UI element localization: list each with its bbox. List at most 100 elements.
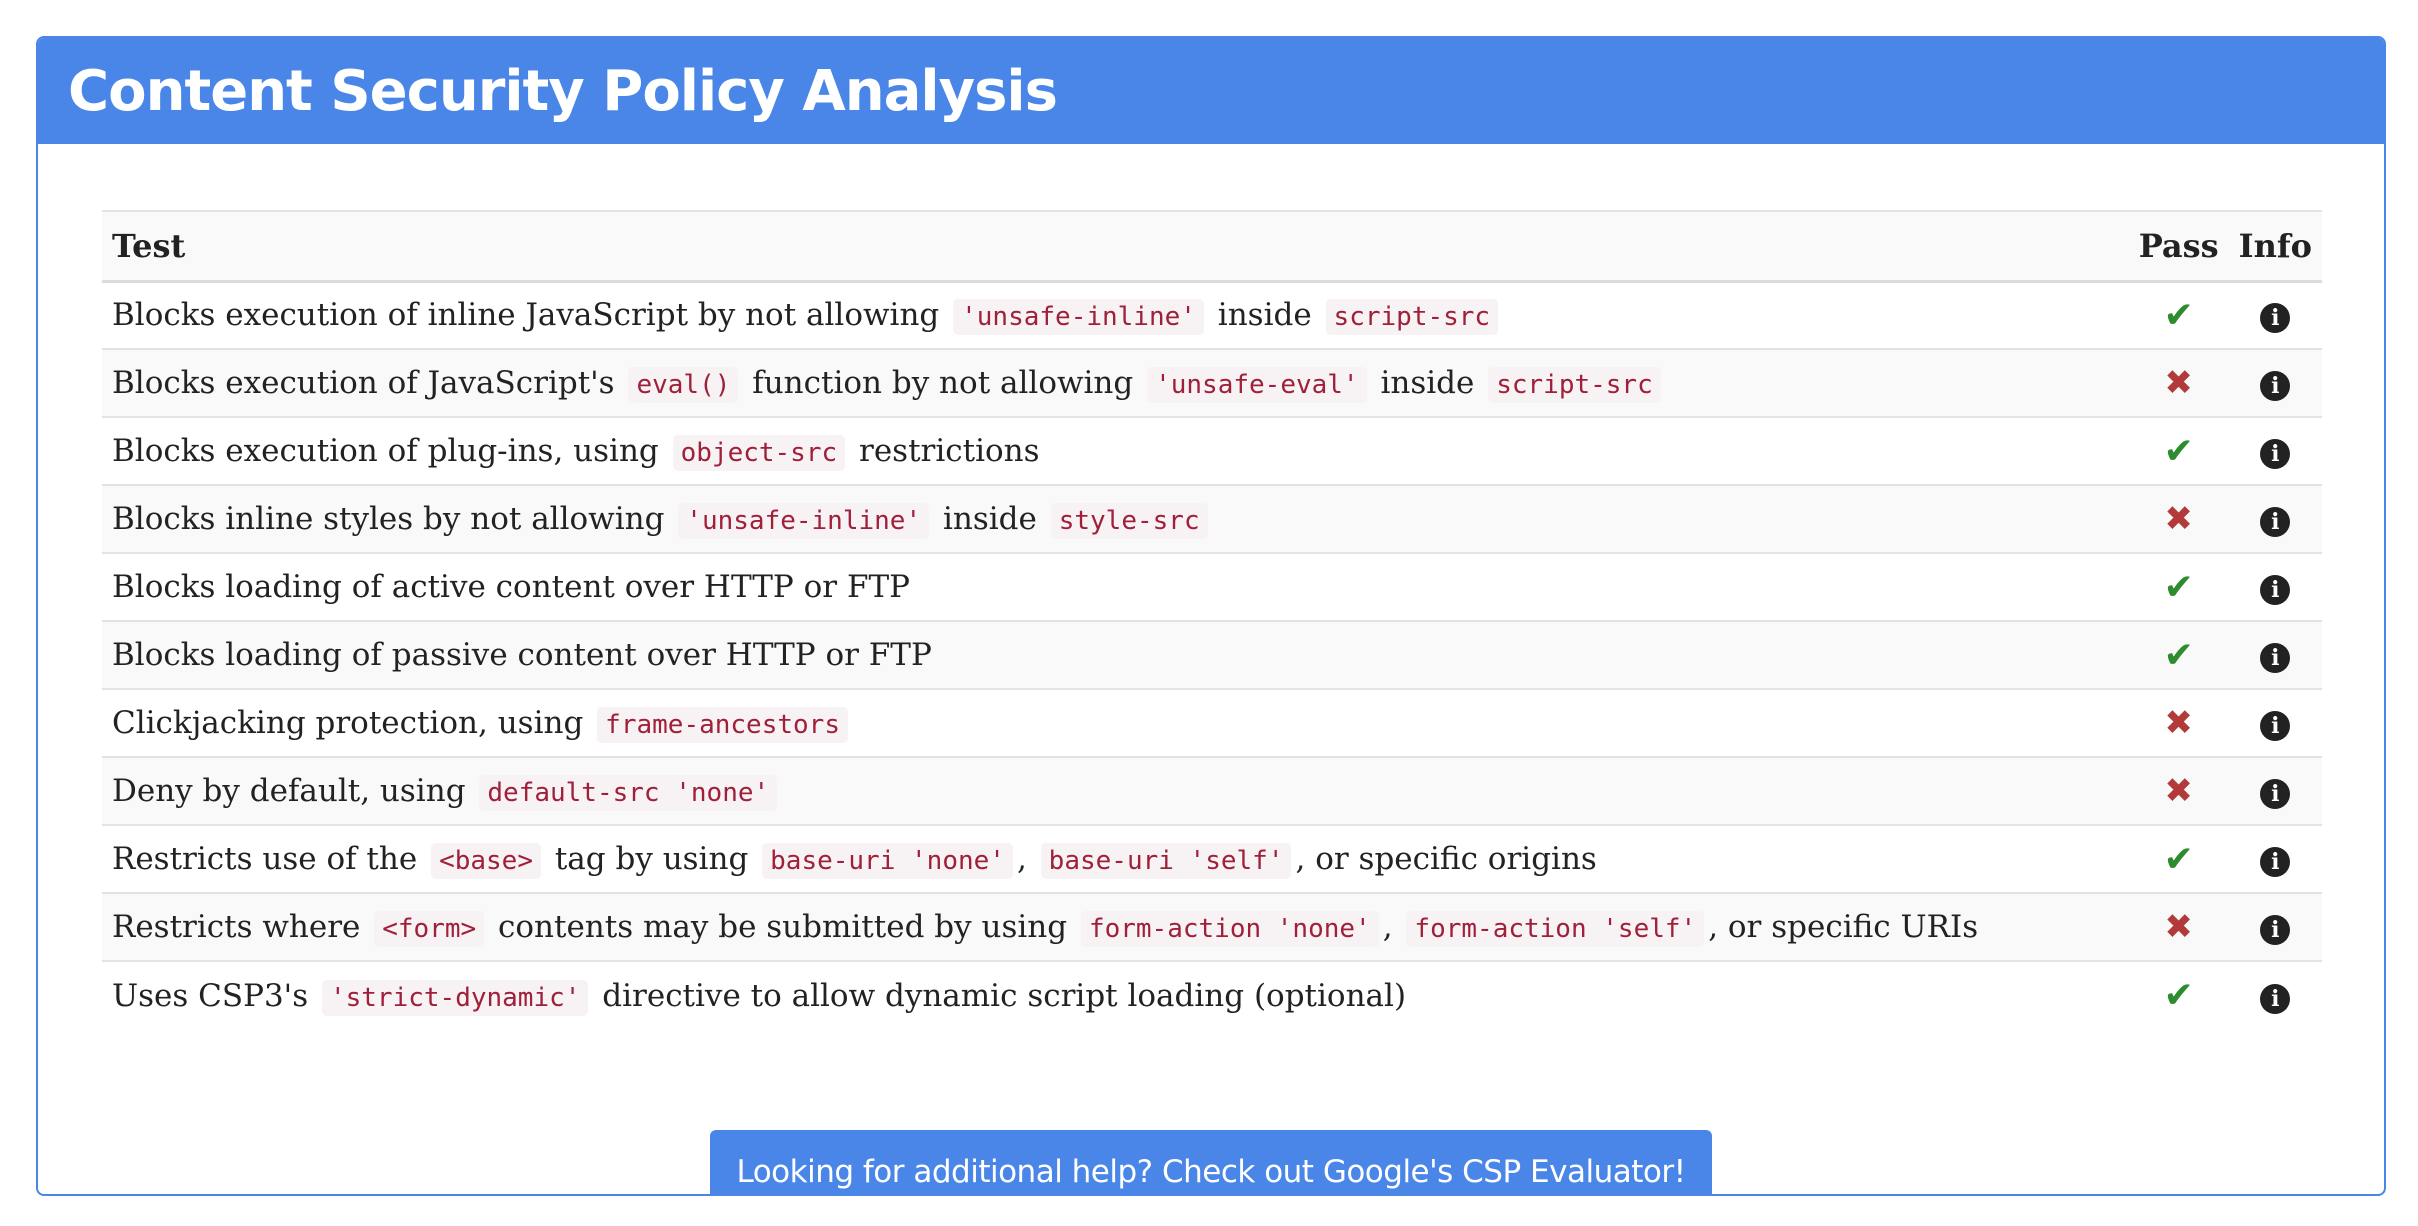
test-description: Restricts where <form> contents may be s… bbox=[102, 893, 2129, 962]
code-snippet: object-src bbox=[672, 435, 846, 471]
info-icon[interactable]: i bbox=[2260, 915, 2291, 945]
description-text: inside bbox=[1370, 365, 1485, 401]
test-description: Deny by default, using default-src 'none… bbox=[102, 757, 2129, 826]
info-cell: i bbox=[2228, 417, 2322, 486]
table-row: Blocks execution of inline JavaScript by… bbox=[102, 281, 2322, 350]
table-body: Blocks execution of inline JavaScript by… bbox=[102, 281, 2322, 1029]
checkmark-icon: ✔ bbox=[2163, 838, 2194, 880]
code-snippet: script-src bbox=[1488, 367, 1661, 403]
table-row: Uses CSP3's 'strict-dynamic' directive t… bbox=[102, 961, 2322, 1029]
pass-cell: ✔ bbox=[2128, 825, 2229, 894]
column-header-pass: Pass bbox=[2128, 210, 2229, 283]
info-cell: i bbox=[2229, 961, 2322, 1029]
info-icon[interactable]: i bbox=[2260, 847, 2291, 877]
info-icon[interactable]: i bbox=[2260, 371, 2291, 401]
info-icon[interactable]: i bbox=[2260, 643, 2291, 673]
results-table: Test Pass Info Blocks execution of inlin… bbox=[102, 210, 2322, 1029]
test-description: Clickjacking protection, using frame-anc… bbox=[102, 689, 2129, 758]
info-cell: i bbox=[2228, 349, 2322, 418]
code-snippet: 'unsafe-inline' bbox=[953, 299, 1204, 336]
checkmark-icon: ✔ bbox=[2163, 430, 2194, 472]
description-text: Blocks loading of passive content over H… bbox=[112, 637, 932, 673]
description-text: , bbox=[1382, 909, 1403, 945]
description-text: Clickjacking protection, using bbox=[112, 705, 594, 741]
cross-icon: ✖ bbox=[2164, 363, 2193, 403]
table-header-row: Test Pass Info bbox=[102, 210, 2322, 283]
test-description: Blocks loading of active content over HT… bbox=[102, 553, 2129, 622]
code-snippet: <base> bbox=[431, 843, 541, 879]
test-description: Blocks execution of inline JavaScript by… bbox=[102, 281, 2129, 350]
code-snippet: 'unsafe-inline' bbox=[678, 503, 930, 539]
info-cell: i bbox=[2228, 621, 2322, 690]
info-icon[interactable]: i bbox=[2260, 983, 2291, 1014]
info-cell: i bbox=[2228, 485, 2322, 554]
checkmark-icon: ✔ bbox=[2163, 294, 2194, 336]
results-table-wrap: Test Pass Info Blocks execution of inlin… bbox=[102, 210, 2322, 1029]
pass-cell: ✔ bbox=[2128, 281, 2229, 350]
panel-header: Content Security Policy Analysis bbox=[38, 38, 2384, 144]
table-row: Restricts use of the <base> tag by using… bbox=[102, 825, 2322, 894]
description-text: inside bbox=[933, 501, 1047, 537]
description-text: Blocks execution of plug-ins, using bbox=[112, 433, 669, 469]
description-text: contents may be submitted by using bbox=[488, 909, 1077, 945]
description-text: Restricts where bbox=[112, 909, 371, 945]
info-icon[interactable]: i bbox=[2260, 303, 2291, 334]
info-cell: i bbox=[2228, 893, 2322, 962]
description-text: , or specific URIs bbox=[1708, 909, 1979, 945]
code-snippet: <form> bbox=[374, 911, 485, 947]
pass-cell: ✔ bbox=[2128, 621, 2229, 690]
code-snippet: 'unsafe-eval' bbox=[1147, 367, 1367, 403]
csp-evaluator-button[interactable]: Looking for additional help? Check out G… bbox=[710, 1130, 1712, 1194]
cross-icon: ✖ bbox=[2164, 703, 2193, 743]
description-text: function by not allowing bbox=[742, 365, 1144, 401]
cross-icon: ✖ bbox=[2164, 499, 2193, 539]
info-icon[interactable]: i bbox=[2260, 575, 2291, 605]
code-snippet: form-action 'none' bbox=[1080, 911, 1379, 947]
code-snippet: eval() bbox=[628, 367, 739, 403]
description-text: , bbox=[1016, 841, 1037, 877]
checkmark-icon: ✔ bbox=[2163, 566, 2194, 608]
table-row: Restricts where <form> contents may be s… bbox=[102, 893, 2322, 962]
test-description: Blocks execution of plug-ins, using obje… bbox=[102, 417, 2129, 486]
page-title: Content Security Policy Analysis bbox=[68, 58, 1058, 124]
description-text: Blocks inline styles by not allowing bbox=[112, 501, 675, 537]
description-text: restrictions bbox=[849, 433, 1040, 469]
pass-cell: ✔ bbox=[2129, 961, 2229, 1029]
test-description: Uses CSP3's 'strict-dynamic' directive t… bbox=[102, 961, 2129, 1029]
column-header-info: Info bbox=[2228, 210, 2322, 283]
code-snippet: default-src 'none' bbox=[479, 775, 778, 811]
cta-wrap: Looking for additional help? Check out G… bbox=[38, 1130, 2384, 1194]
description-text: Deny by default, using bbox=[112, 773, 476, 809]
code-snippet: form-action 'self' bbox=[1406, 911, 1705, 947]
info-cell: i bbox=[2228, 689, 2322, 758]
test-description: Blocks loading of passive content over H… bbox=[102, 621, 2129, 690]
table-row: Clickjacking protection, using frame-anc… bbox=[102, 689, 2322, 758]
code-snippet: script-src bbox=[1325, 299, 1499, 336]
info-icon[interactable]: i bbox=[2260, 779, 2291, 809]
column-header-test: Test bbox=[102, 210, 2129, 283]
pass-cell: ✔ bbox=[2128, 553, 2229, 622]
pass-cell: ✖ bbox=[2128, 689, 2229, 758]
cross-icon: ✖ bbox=[2164, 771, 2193, 811]
info-icon[interactable]: i bbox=[2260, 507, 2291, 537]
description-text: directive to allow dynamic script loadin… bbox=[592, 977, 1407, 1014]
test-description: Blocks inline styles by not allowing 'un… bbox=[102, 485, 2129, 554]
code-snippet: base-uri 'none' bbox=[762, 843, 1013, 879]
cross-icon: ✖ bbox=[2164, 907, 2193, 947]
test-description: Blocks execution of JavaScript's eval() … bbox=[102, 349, 2129, 418]
pass-cell: ✖ bbox=[2128, 349, 2229, 418]
table-row: Deny by default, using default-src 'none… bbox=[102, 757, 2322, 826]
table-row: Blocks execution of JavaScript's eval() … bbox=[102, 349, 2322, 418]
description-text: Blocks execution of JavaScript's bbox=[112, 365, 625, 401]
info-cell: i bbox=[2228, 553, 2322, 622]
table-header: Test Pass Info bbox=[102, 210, 2322, 283]
info-icon[interactable]: i bbox=[2260, 711, 2291, 741]
description-text: inside bbox=[1207, 297, 1322, 334]
description-text: tag by using bbox=[544, 841, 759, 877]
code-snippet: base-uri 'self' bbox=[1040, 843, 1292, 879]
table-row: Blocks loading of active content over HT… bbox=[102, 553, 2322, 622]
info-icon[interactable]: i bbox=[2260, 439, 2291, 469]
pass-cell: ✖ bbox=[2128, 757, 2229, 826]
table-row: Blocks loading of passive content over H… bbox=[102, 621, 2322, 690]
description-text: Uses CSP3's bbox=[112, 977, 318, 1014]
